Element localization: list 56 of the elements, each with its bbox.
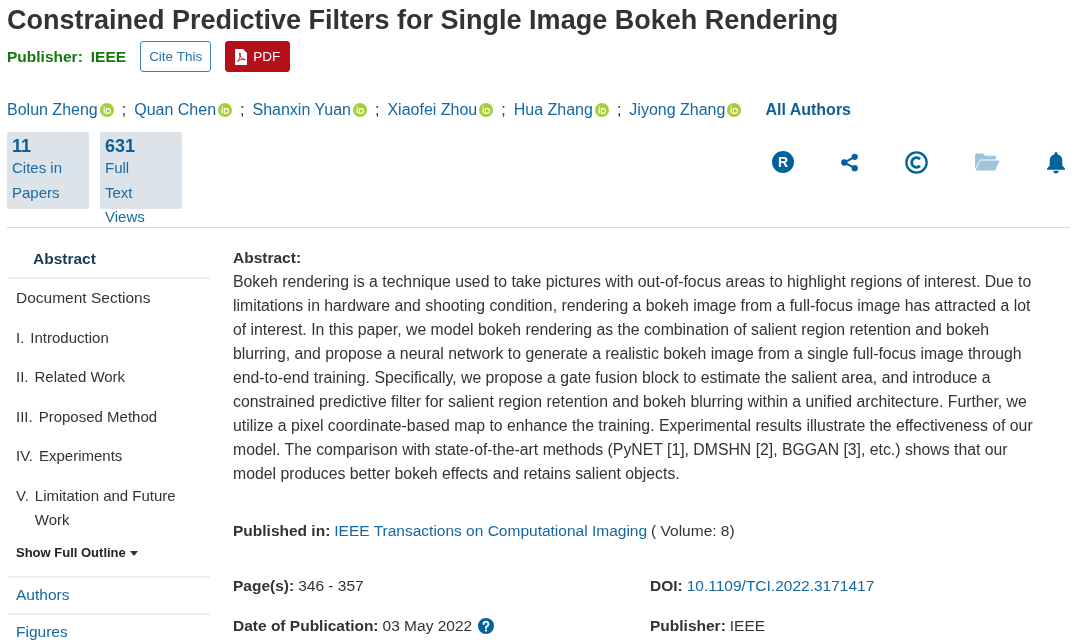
author-link[interactable]: Quan Chen bbox=[134, 101, 217, 119]
detail-value: 346 - 357 bbox=[298, 576, 364, 596]
nav-tab[interactable]: Abstract bbox=[8, 242, 210, 279]
detail-value: 03 May 2022 bbox=[382, 616, 473, 636]
id-badge-icon[interactable] bbox=[352, 103, 367, 117]
id-badge-icon[interactable] bbox=[727, 103, 742, 117]
bell-icon[interactable] bbox=[1046, 150, 1066, 174]
abstract-text: Bokeh rendering is a technique used to take pictures with out-of-focus areas to highlight regions of interest. Due to limitations in hardware and shooting condition, rendering a bokeh image from a full-focus image has attracted a lot of interest. In this paper, we model bokeh rendering as the combination of salient region retention and bokeh blurring, and propose a neural network to generate a realistic bokeh image from a single full-focus image through end-to-end training. Specifically, we propose a gate fusion block to estimate the salient area, and introduce a constrained predictive filter for salient region retention and bokeh blurring within a unified architecture. Further, we utilize a pixel coordinate-based map to enhance the training. Experimental results illustrate the effectiveness of our model. The comparison with state-of-the-art methods (PyNET [1], DMSHN [2], BGGAN [3], etc.) shows that our model produces better bokeh effects and retains salient objects. bbox=[233, 272, 1034, 484]
volume-text: ( Volume: 8) bbox=[651, 521, 735, 541]
id-badge-icon[interactable] bbox=[99, 103, 114, 117]
section-link[interactable]: IV. Experiments bbox=[8, 444, 210, 468]
author-link[interactable]: Jiyong Zhang bbox=[629, 101, 726, 119]
author-separator: ; bbox=[374, 101, 380, 119]
author-link[interactable]: Bolun Zheng bbox=[7, 101, 98, 119]
published-in-label: Published in: bbox=[233, 521, 331, 541]
author-separator: ; bbox=[121, 101, 127, 119]
abstract-heading: Abstract: bbox=[233, 248, 303, 268]
section-link[interactable]: II. Related Work bbox=[8, 365, 210, 389]
pdf-button[interactable]: PDF bbox=[225, 41, 291, 72]
nav-tab[interactable]: Authors bbox=[8, 578, 210, 615]
author-link[interactable]: Xiaofei Zhou bbox=[387, 101, 478, 119]
detail-label: DOI: bbox=[650, 576, 683, 596]
publisher-name: IEEE bbox=[90, 47, 127, 66]
all-authors-link[interactable]: All Authors bbox=[765, 101, 851, 119]
section-link[interactable]: V. Limitation and Future Work bbox=[8, 483, 210, 532]
article-title: Constrained Predictive Filters for Single Image Bokeh Rendering bbox=[7, 4, 840, 37]
detail-label: Publisher: bbox=[650, 616, 726, 636]
metric-label: Cites in Papers bbox=[12, 158, 64, 203]
pdf-file-icon bbox=[235, 48, 248, 65]
id-badge-icon[interactable] bbox=[594, 103, 609, 117]
share-icon[interactable] bbox=[840, 152, 859, 172]
cite-button[interactable]: Cite This bbox=[140, 41, 212, 72]
author-separator: ; bbox=[501, 101, 506, 119]
detail-label: Page(s): bbox=[233, 576, 295, 596]
author-separator: ; bbox=[616, 101, 622, 119]
section-link[interactable]: I. Introduction bbox=[8, 325, 210, 350]
outline-toggle[interactable]: Show Full Outline bbox=[8, 543, 210, 578]
author-separator: ; bbox=[240, 101, 245, 119]
id-badge-icon[interactable] bbox=[479, 103, 494, 117]
metric-count: 11 bbox=[12, 136, 33, 156]
author-link[interactable]: Hua Zhang bbox=[513, 101, 593, 119]
metric-label: Full Text Views bbox=[105, 158, 146, 227]
help-icon[interactable] bbox=[478, 618, 495, 634]
r-circle-icon[interactable]: R bbox=[772, 151, 794, 173]
id-badge-icon[interactable] bbox=[218, 103, 233, 117]
author-link[interactable]: Shanxin Yuan bbox=[252, 101, 351, 119]
detail-label: Date of Publication: bbox=[233, 616, 379, 636]
journal-link[interactable]: IEEE Transactions on Computational Imaging bbox=[334, 519, 648, 543]
detail-value: IEEE bbox=[729, 616, 766, 636]
metric-count: 631 bbox=[105, 136, 137, 156]
publisher-label: Publisher: bbox=[7, 47, 83, 66]
nav-tab[interactable]: Figures bbox=[8, 615, 210, 643]
sections-heading: Document Sections bbox=[15, 288, 152, 308]
copyright-icon[interactable] bbox=[905, 150, 928, 174]
section-link[interactable]: III. Proposed Method bbox=[8, 404, 210, 429]
doi-link[interactable]: 10.1109/TCI.2022.3171417 bbox=[686, 574, 875, 598]
